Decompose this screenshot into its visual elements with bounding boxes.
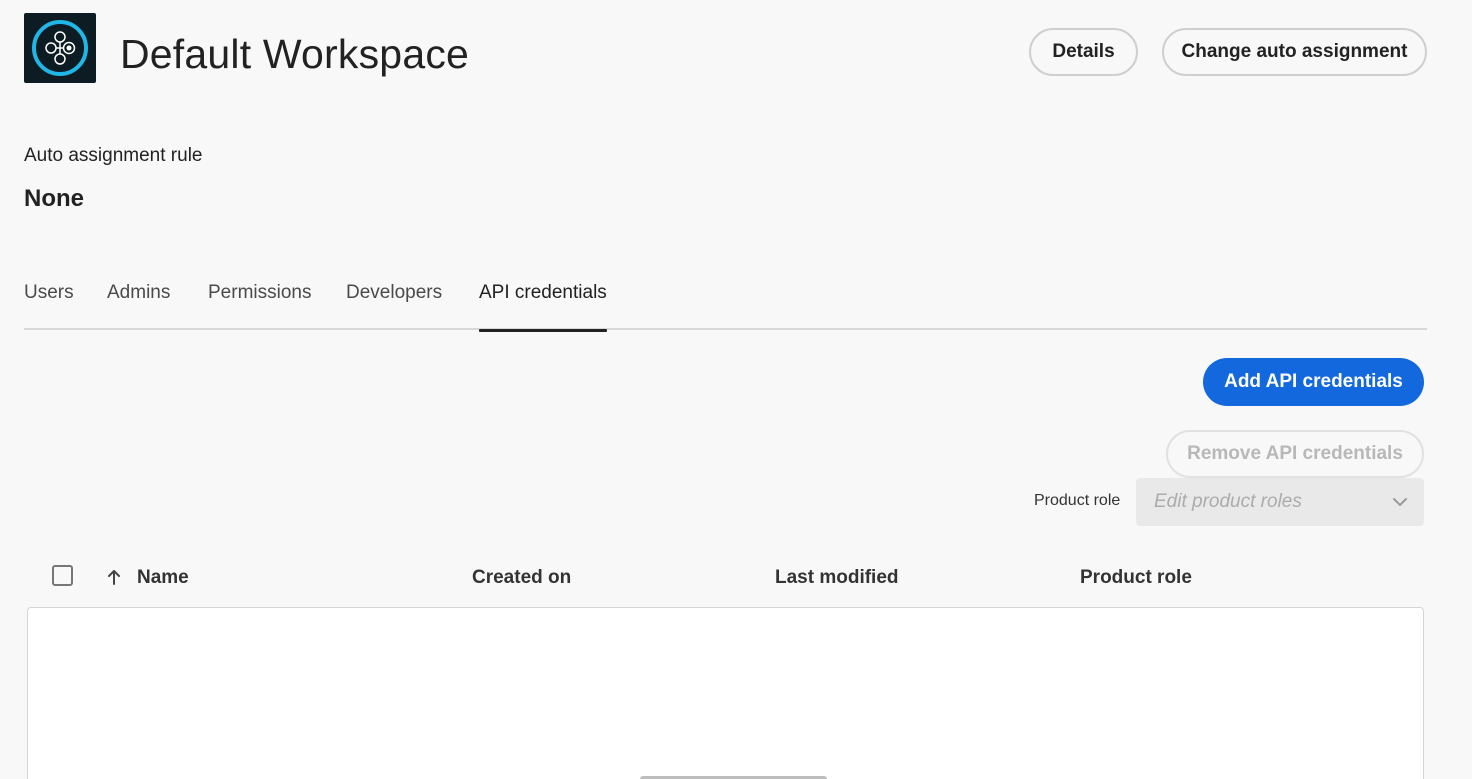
column-header-product-role: Product role [1080, 567, 1192, 588]
workspace-tabs: Users Admins Permissions Developers API … [24, 270, 1427, 332]
chevron-down-icon [1393, 498, 1407, 506]
column-header-name[interactable]: Name [137, 567, 189, 589]
page-title: Default Workspace [120, 31, 470, 77]
tab-developers[interactable]: Developers [346, 282, 442, 330]
arrow-up-icon[interactable] [106, 569, 122, 585]
tab-api-credentials[interactable]: API credentials [479, 282, 607, 332]
remove-api-credentials-button: Remove API credentials [1166, 430, 1424, 478]
edit-product-roles-select: Edit product roles [1136, 478, 1424, 526]
workspace-page: Default Workspace Details Change auto as… [0, 0, 1472, 779]
add-api-credentials-button[interactable]: Add API credentials [1203, 358, 1424, 406]
column-header-created-on: Created on [472, 567, 572, 588]
auto-assignment-rule-label: Auto assignment rule [24, 145, 203, 166]
tab-permissions[interactable]: Permissions [208, 282, 311, 330]
select-all-checkbox[interactable] [52, 565, 73, 586]
network-nodes-icon [32, 20, 88, 76]
change-auto-assignment-button[interactable]: Change auto assignment [1162, 28, 1427, 76]
tab-admins[interactable]: Admins [107, 282, 170, 330]
workspace-logo [24, 13, 96, 83]
credentials-table-body [27, 607, 1424, 779]
edit-product-roles-placeholder: Edit product roles [1154, 491, 1302, 512]
column-header-last-modified: Last modified [775, 567, 899, 588]
product-role-label: Product role [1034, 492, 1121, 509]
details-button[interactable]: Details [1029, 28, 1138, 76]
auto-assignment-rule-value: None [24, 185, 84, 212]
tab-users[interactable]: Users [24, 282, 74, 330]
